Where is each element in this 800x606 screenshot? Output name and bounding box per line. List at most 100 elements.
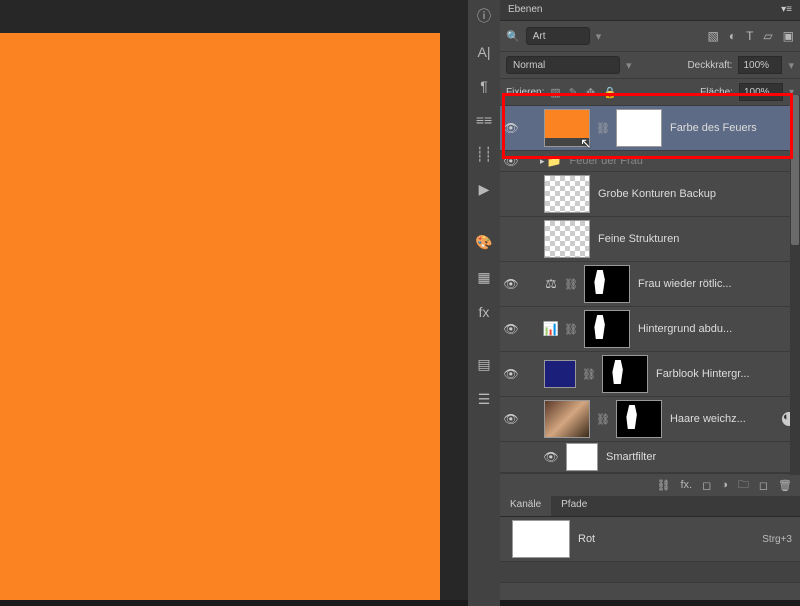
layer-mask-thumbnail[interactable] <box>616 400 662 438</box>
opacity-input[interactable] <box>738 56 782 74</box>
layers-list: 👁 ⛓ Farbe des Feuers 👁 ▸ 📁 Feuer der Fra… <box>500 106 800 473</box>
group-new-icon[interactable]: 🗀 <box>738 476 749 495</box>
link-mask-icon[interactable]: ⛓ <box>564 278 578 291</box>
layer-thumbnail[interactable] <box>544 175 590 213</box>
layer-row[interactable]: 👁 ⛓ Haare weichz... <box>500 397 800 442</box>
layer-mask-thumbnail[interactable] <box>584 310 630 348</box>
panel-menu-icon[interactable]: ▾≡ <box>781 0 792 20</box>
layer-name[interactable]: Feuer der Frau <box>569 155 796 167</box>
lock-pixels-icon[interactable]: ✎ <box>569 86 578 99</box>
lock-label: Fixieren: <box>506 87 544 98</box>
channels-panel: Kanäle Pfade Rot Strg+3 <box>500 496 800 583</box>
styles-icon[interactable]: fx <box>474 304 494 320</box>
channel-thumbnail[interactable] <box>512 520 570 558</box>
channel-row[interactable]: Rot Strg+3 <box>500 517 800 562</box>
layer-name[interactable]: Frau wieder rötlic... <box>638 278 796 290</box>
folder-icon: 📁 <box>547 154 562 168</box>
layer-thumbnail[interactable] <box>544 109 590 147</box>
lock-all-icon[interactable]: 🔒 <box>603 86 617 99</box>
layer-row[interactable]: 👁 ⛓ Farblook Hintergr... <box>500 352 800 397</box>
lock-position-icon[interactable]: ✥ <box>586 86 595 99</box>
paragraph-icon[interactable]: ¶ <box>474 78 494 94</box>
layer-name[interactable]: Smartfilter <box>606 451 796 463</box>
layer-thumbnail[interactable] <box>544 220 590 258</box>
panel-icon[interactable]: ▦ <box>474 269 494 286</box>
link-icon[interactable]: ⛓ <box>657 479 671 492</box>
smartfilter-row[interactable]: 👁 Smartfilter <box>500 442 800 473</box>
adjustment-icon[interactable]: ⚖ <box>540 273 562 295</box>
visibility-icon[interactable]: 👁 <box>500 154 522 168</box>
canvas-document[interactable] <box>0 33 440 600</box>
filter-mask-thumbnail[interactable] <box>566 443 598 471</box>
filter-smart-icon[interactable]: ▣ <box>783 29 794 43</box>
layer-row[interactable]: Grobe Konturen Backup <box>500 172 800 217</box>
panel-icon[interactable]: ▤ <box>474 356 494 373</box>
link-mask-icon[interactable]: ⛓ <box>596 413 610 426</box>
layer-mask-thumbnail[interactable] <box>616 109 662 147</box>
layers-footer: ⛓ fx. ◻ ◑ 🗀 ◻ 🗑 <box>500 473 800 496</box>
layer-name[interactable]: Farblook Hintergr... <box>656 368 796 380</box>
link-mask-icon[interactable]: ⛓ <box>564 323 578 336</box>
layer-row[interactable]: 👁 📊 ⛓ Hintergrund abdu... <box>500 307 800 352</box>
layer-name[interactable]: Hintergrund abdu... <box>638 323 796 335</box>
panel-icon[interactable]: ☰ <box>474 391 494 408</box>
layer-row[interactable]: 👁 ⚖ ⛓ Frau wieder rötlic... <box>500 262 800 307</box>
panel-icon[interactable]: ≡≡ <box>474 112 494 128</box>
layer-name[interactable]: Farbe des Feuers <box>670 122 796 134</box>
search-icon[interactable]: 🔍 <box>506 30 520 43</box>
fill-label: Fläche: <box>700 87 733 98</box>
adjustment-new-icon[interactable]: ◑ <box>721 479 728 491</box>
swatches-icon[interactable]: 🎨 <box>474 234 494 251</box>
layer-thumbnail[interactable] <box>544 360 576 388</box>
link-mask-icon[interactable]: ⛓ <box>582 368 596 381</box>
panel-icon[interactable]: ┊┊ <box>474 146 494 163</box>
layer-row-selected[interactable]: 👁 ⛓ Farbe des Feuers <box>500 106 800 151</box>
visibility-icon[interactable]: 👁 <box>500 277 522 291</box>
trash-icon[interactable]: 🗑 <box>778 479 792 492</box>
visibility-icon[interactable]: 👁 <box>540 450 562 464</box>
filter-shape-icon[interactable]: ▱ <box>763 29 772 43</box>
lock-fill-row: Fixieren: ▨ ✎ ✥ 🔒 Fläche: ▾ <box>500 79 800 106</box>
layers-panel: Ebenen ▾≡ 🔍 ▾ ▧ ◐ T ▱ ▣ ▾ Deckkraft: ▾ F… <box>500 0 800 600</box>
filter-adjust-icon[interactable]: ◐ <box>729 29 736 43</box>
layer-filter-bar: 🔍 ▾ ▧ ◐ T ▱ ▣ <box>500 21 800 52</box>
channel-name[interactable]: Rot <box>578 533 762 545</box>
opacity-label: Deckkraft: <box>687 60 732 71</box>
layer-group-row[interactable]: 👁 ▸ 📁 Feuer der Frau <box>500 151 800 172</box>
filter-type-icon[interactable]: T <box>746 29 753 43</box>
character-icon[interactable]: A| <box>474 44 494 60</box>
workspace <box>0 0 468 600</box>
panel-title[interactable]: Ebenen <box>508 0 542 20</box>
visibility-icon[interactable]: 👁 <box>500 412 522 426</box>
layer-mask-thumbnail[interactable] <box>584 265 630 303</box>
link-mask-icon[interactable]: ⛓ <box>596 122 610 135</box>
blend-mode-select[interactable] <box>506 56 620 74</box>
blend-opacity-row: ▾ Deckkraft: ▾ <box>500 52 800 79</box>
visibility-icon[interactable]: 👁 <box>500 367 522 381</box>
layer-name[interactable]: Haare weichz... <box>670 413 780 425</box>
filter-pixel-icon[interactable]: ▧ <box>707 29 718 43</box>
info-icon[interactable]: ⓘ <box>474 6 494 26</box>
channel-shortcut: Strg+3 <box>762 534 792 545</box>
layer-new-icon[interactable]: ◻ <box>759 479 768 492</box>
fx-icon[interactable]: fx. <box>680 479 692 491</box>
layer-thumbnail[interactable] <box>544 400 590 438</box>
layer-name[interactable]: Grobe Konturen Backup <box>598 188 796 200</box>
actions-icon[interactable]: ▶ <box>474 181 494 198</box>
layer-row[interactable]: Feine Strukturen <box>500 217 800 262</box>
scrollbar[interactable] <box>790 95 800 475</box>
layer-name[interactable]: Feine Strukturen <box>598 233 796 245</box>
layer-mask-thumbnail[interactable] <box>602 355 648 393</box>
visibility-icon[interactable]: 👁 <box>500 121 522 135</box>
adjustment-icon[interactable]: 📊 <box>540 318 562 340</box>
expand-icon[interactable]: ▸ <box>540 156 545 167</box>
lock-transparent-icon[interactable]: ▨ <box>550 86 560 99</box>
tab-paths[interactable]: Pfade <box>551 496 597 516</box>
channel-row[interactable] <box>500 562 800 583</box>
visibility-icon[interactable]: 👁 <box>500 322 522 336</box>
collapsed-panel-strip: ⓘ A| ¶ ≡≡ ┊┊ ▶ 🎨 ▦ fx ▤ ☰ <box>468 0 500 606</box>
filter-type-select[interactable] <box>526 27 590 45</box>
tab-channels[interactable]: Kanäle <box>500 496 551 516</box>
fill-input[interactable] <box>739 83 783 101</box>
mask-icon[interactable]: ◻ <box>702 479 711 492</box>
